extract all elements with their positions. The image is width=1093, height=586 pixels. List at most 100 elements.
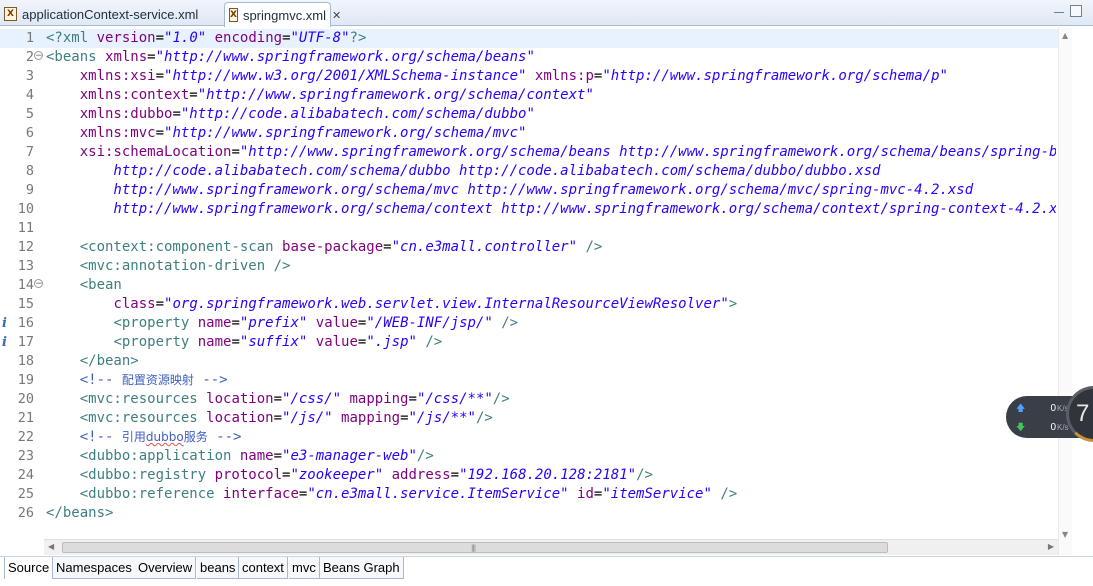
code-line[interactable]: 2− <beans xmlns="http://www.springframewo… — [0, 48, 1058, 67]
tab-overview[interactable]: Overview — [135, 557, 197, 579]
tab-springmvc[interactable]: X springmvc.xml ✕ — [224, 2, 341, 27]
code-line[interactable]: 25 <dubbo:reference interface="cn.e3mall… — [0, 485, 1058, 504]
code-line[interactable]: 15 class="org.springframework.web.servle… — [0, 295, 1058, 314]
tab-beans[interactable]: beans — [197, 557, 240, 579]
code-text: http://code.alibabatech.com/schema/dubbo… — [46, 163, 881, 179]
line-number: 13 — [17, 258, 34, 274]
line-number: 6 — [25, 125, 34, 141]
line-number: 21 — [17, 410, 34, 426]
code-line[interactable]: 18 </bean> — [0, 352, 1058, 371]
info-marker-icon[interactable]: i — [2, 316, 7, 331]
tab-mvc[interactable]: mvc — [289, 557, 320, 579]
code-text: </bean> — [79, 353, 139, 369]
download-speed: 🡇 0K/s — [1016, 420, 1069, 436]
code-line[interactable]: 3 xmlns:xsi="http://www.w3.org/2001/XMLS… — [0, 67, 1058, 86]
code-text: <dubbo:application name="e3-manager-web"… — [79, 448, 434, 464]
code-text: http://www.springframework.org/schema/mv… — [46, 182, 974, 198]
line-number: 19 — [17, 372, 34, 388]
code-text: <context:component-scan base-package="cn… — [79, 239, 603, 255]
line-number: 26 — [17, 505, 34, 521]
horizontal-scrollbar[interactable]: ◀ ||| ▶ — [44, 539, 1058, 555]
code-line[interactable]: 10 http://www.springframework.org/schema… — [0, 200, 1058, 219]
code-line[interactable]: 12 <context:component-scan base-package=… — [0, 238, 1058, 257]
code-line[interactable]: 9 http://www.springframework.org/schema/… — [0, 181, 1058, 200]
code-line[interactable]: 7 xsi:schemaLocation="http://www.springf… — [0, 143, 1058, 162]
scroll-left-icon[interactable]: ◀ — [48, 542, 54, 551]
code-line[interactable]: 13 <mvc:annotation-driven /> — [0, 257, 1058, 276]
code-line[interactable]: 21 <mvc:resources location="/js/" mappin… — [0, 409, 1058, 428]
code-line[interactable]: 14− <bean — [0, 276, 1058, 295]
code-line[interactable]: 20 <mvc:resources location="/css/" mappi… — [0, 390, 1058, 409]
grip-icon: ||| — [471, 544, 476, 552]
line-number: 25 — [17, 486, 34, 502]
code-line[interactable]: i 16 <property name="prefix" value="/WEB-… — [0, 314, 1058, 333]
code-line[interactable]: 4 xmlns:context="http://www.springframew… — [0, 86, 1058, 105]
close-icon[interactable]: ✕ — [332, 9, 341, 22]
overview-ruler — [1072, 27, 1093, 555]
line-number: 3 — [25, 68, 34, 84]
code-line[interactable]: 22 <!-- 引用dubbo服务 --> — [0, 428, 1058, 447]
line-number: 12 — [17, 239, 34, 255]
horizontal-scroll-thumb[interactable]: ||| — [62, 542, 888, 553]
code-text: <dubbo:reference interface="cn.e3mall.se… — [79, 486, 738, 502]
line-number: 1 — [25, 30, 34, 46]
code-line[interactable]: 19 <!-- 配置资源映射 --> — [0, 371, 1058, 390]
info-marker-icon[interactable]: i — [2, 335, 7, 350]
minimize-icon[interactable] — [1054, 12, 1064, 17]
line-number: 9 — [25, 182, 34, 198]
code-text: <?xml version="1.0" encoding="UTF-8"?> — [46, 30, 367, 46]
code-line[interactable]: 1 <?xml version="1.0" encoding="UTF-8"?> — [0, 29, 1058, 48]
code-text: xmlns:xsi="http://www.w3.org/2001/XMLSch… — [79, 68, 948, 84]
line-number: 23 — [17, 448, 34, 464]
code-text: xmlns:context="http://www.springframewor… — [79, 87, 594, 103]
code-line[interactable]: 23 <dubbo:application name="e3-manager-w… — [0, 447, 1058, 466]
code-text: xmlns:mvc="http://www.springframework.or… — [79, 125, 527, 141]
tab-label: springmvc.xml — [242, 7, 327, 23]
code-text: <!-- 配置资源映射 --> — [79, 372, 228, 388]
code-text: xsi:schemaLocation="http://www.springfra… — [79, 144, 1056, 160]
fold-toggle-icon[interactable]: − — [34, 279, 43, 289]
line-number: 17 — [17, 334, 34, 350]
maximize-icon[interactable] — [1070, 5, 1082, 17]
code-text: class="org.springframework.web.servlet.v… — [113, 296, 738, 312]
gauge-number: 7 — [1076, 400, 1090, 427]
line-number: 14 — [17, 277, 34, 293]
code-line[interactable]: 6 xmlns:mvc="http://www.springframework.… — [0, 124, 1058, 143]
code-line[interactable]: 8 http://code.alibabatech.com/schema/dub… — [0, 162, 1058, 181]
code-text: <!-- 引用dubbo服务 --> — [79, 429, 242, 445]
editor-page-tabs: Source Namespaces Overview beans context… — [0, 556, 1093, 586]
line-number: 22 — [17, 429, 34, 445]
download-arrow-icon: 🡇 — [1016, 422, 1026, 432]
vertical-scrollbar[interactable]: ▲ ▼ — [1058, 27, 1072, 555]
code-text: </beans> — [46, 505, 114, 521]
scroll-down-icon[interactable]: ▼ — [1062, 530, 1068, 539]
tab-source[interactable]: Source — [4, 557, 54, 579]
tab-beans-graph[interactable]: Beans Graph — [320, 557, 404, 579]
line-number: 15 — [17, 296, 34, 312]
scroll-up-icon[interactable]: ▲ — [1062, 31, 1068, 40]
code-line[interactable]: 5 xmlns:dubbo="http://code.alibabatech.c… — [0, 105, 1058, 124]
code-text: <beans xmlns="http://www.springframework… — [46, 49, 535, 65]
code-text: <property name="suffix" value=".jsp" /> — [113, 334, 443, 350]
tab-label: applicationContext-service.xml — [22, 6, 199, 22]
code-line[interactable]: 24 <dubbo:registry protocol="zookeeper" … — [0, 466, 1058, 485]
fold-toggle-icon[interactable]: − — [34, 51, 43, 61]
upload-arrow-icon: 🡅 — [1016, 403, 1026, 413]
code-text: <mvc:annotation-driven /> — [79, 258, 291, 274]
code-text: http://www.springframework.org/schema/co… — [46, 201, 1056, 217]
tab-applicationcontext-service[interactable]: X applicationContext-service.xml — [0, 2, 222, 26]
code-text: <property name="prefix" value="/WEB-INF/… — [113, 315, 519, 331]
tab-context[interactable]: context — [239, 557, 288, 579]
tab-namespaces[interactable]: Namespaces — [53, 557, 136, 579]
scroll-right-icon[interactable]: ▶ — [1048, 542, 1054, 551]
line-number: 18 — [17, 353, 34, 369]
xml-source-editor[interactable]: 1 <?xml version="1.0" encoding="UTF-8"?> 2… — [0, 27, 1093, 555]
line-number: 4 — [25, 87, 34, 103]
line-number: 10 — [17, 201, 34, 217]
code-line[interactable]: 11 — [0, 219, 1058, 238]
code-line[interactable]: 26 </beans> — [0, 504, 1058, 523]
line-number: 8 — [25, 163, 34, 179]
code-line[interactable]: i 17 <property name="suffix" value=".jsp"… — [0, 333, 1058, 352]
code-text: <bean — [79, 277, 122, 293]
